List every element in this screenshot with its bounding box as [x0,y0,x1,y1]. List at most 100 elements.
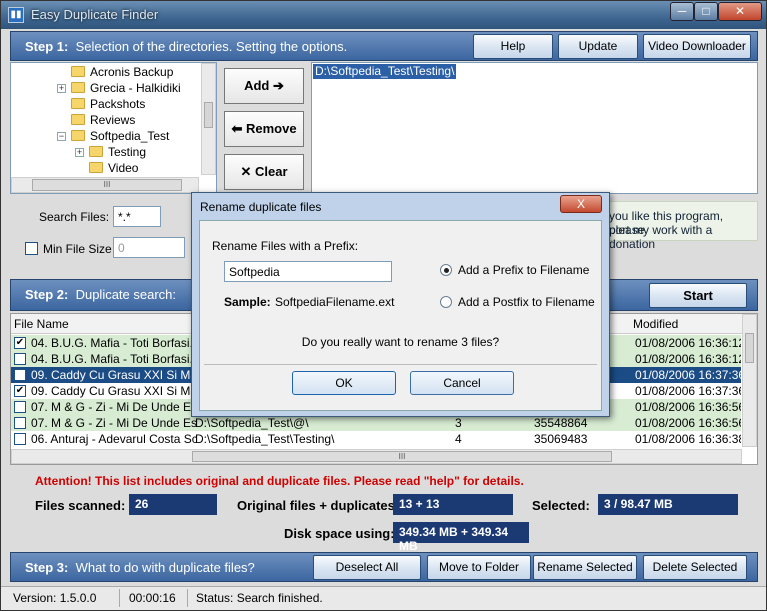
cell-num: 3 [455,416,462,430]
disk-space-label: Disk space using: [284,526,395,541]
radio-prefix[interactable]: Add a Prefix to Filename [440,263,589,277]
step3-text: What to do with duplicate files? [75,560,255,575]
tree-hscroll-thumb[interactable]: III [32,179,182,191]
cell-modified: 01/08/2006 16:37:36 [635,368,741,382]
row-checkbox[interactable]: ✔ [14,385,26,397]
donate-panel[interactable]: you like this program, please port my wo… [604,201,758,251]
selected-label: Selected: [532,498,590,513]
grid-vscroll-thumb[interactable] [745,333,754,363]
close-button[interactable]: ✕ [718,2,762,21]
cell-name: 07. M & G - Zi - Mi De Unde Est... [31,400,196,414]
add-button[interactable]: Add ➔ [224,68,304,104]
video-downloader-button[interactable]: Video Downloader [643,34,751,59]
col-filename-header[interactable]: File Name [14,317,69,331]
selected-directory-item[interactable]: D:\Softpedia_Test\Testing\ [313,64,457,79]
step3-bar: Step 3: What to do with duplicate files?… [10,552,758,582]
cell-size: 35548864 [534,416,588,430]
search-files-label: Search Files: [39,210,110,224]
cell-modified: 01/08/2006 16:36:56 [635,400,741,414]
cell-modified: 01/08/2006 16:36:12 [635,336,741,350]
grid-hscrollbar[interactable]: III [11,449,742,464]
min-size-input[interactable]: 0 [113,237,185,258]
prefix-input[interactable]: Softpedia [224,261,392,282]
folder-icon [89,162,103,173]
cell-modified: 01/08/2006 16:36:38 [635,432,741,446]
tree-item-packshots[interactable]: Packshots [71,97,145,111]
tree-vscrollbar[interactable] [201,63,216,175]
minimize-button[interactable]: ─ [670,2,694,21]
cell-name: 04. B.U.G. Mafia - Toti Borfasi.fl... [31,352,196,366]
dialog-title: Rename duplicate files [200,200,322,214]
clear-button[interactable]: ✕ Clear [224,154,304,190]
prefix-label: Rename Files with a Prefix: [212,239,359,253]
app-icon: ▮▮ [8,7,24,23]
maximize-button[interactable]: □ [694,2,718,21]
grid-hscroll-thumb[interactable]: III [192,451,612,462]
tree-item-grecia[interactable]: Grecia - Halkidiki [71,81,181,95]
cell-num: 4 [455,432,462,446]
row-checkbox[interactable]: ✔ [14,337,26,349]
radio-unchecked-icon [440,296,452,308]
orig-dup-value: 13 + 13 [393,494,513,515]
cell-name: 06. Anturaj - Adevarul Costa Sc... [31,432,196,446]
rename-selected-button[interactable]: Rename Selected [533,555,637,580]
start-button[interactable]: Start [649,283,747,308]
selected-value: 3 / 98.47 MB [598,494,738,515]
tree-item-acronis[interactable]: Acronis Backup [71,65,173,79]
expand-icon[interactable]: + [57,84,66,93]
directory-tree[interactable]: Acronis Backup + Grecia - Halkidiki Pack… [10,62,217,194]
cell-name: 07. M & G - Zi - Mi De Unde Est... [31,416,196,430]
dialog-close-button[interactable]: X [560,195,602,213]
files-scanned-label: Files scanned: [35,498,126,513]
col-modified-header[interactable]: Modified [633,317,678,331]
tree-vscroll-thumb[interactable] [204,102,213,128]
cancel-button[interactable]: Cancel [410,371,514,395]
status-message: Status: Search finished. [196,591,323,605]
move-to-folder-button[interactable]: Move to Folder [427,555,531,580]
folder-icon [71,98,85,109]
selected-directories-list[interactable]: D:\Softpedia_Test\Testing\ [311,62,758,194]
row-checkbox[interactable] [14,369,26,381]
cell-size: 35069483 [534,432,588,446]
app-window: ▮▮ Easy Duplicate Finder ─ □ ✕ Step 1: S… [0,0,767,611]
step1-bar: Step 1: Selection of the directories. Se… [10,31,758,61]
confirm-question: Do you really want to rename 3 files? [301,335,500,349]
row-checkbox[interactable] [14,417,26,429]
radio-checked-icon [440,264,452,276]
folder-icon [71,130,85,141]
cell-name: 09. Caddy Cu Grasu XXI Si Mari... [31,384,196,398]
sample-label: Sample: [224,295,271,309]
help-button[interactable]: Help [473,34,553,59]
grid-vscrollbar[interactable] [742,314,757,447]
search-files-input[interactable]: *.* [113,206,161,227]
table-row[interactable]: 07. M & G - Zi - Mi De Unde Est... D:\Sof… [11,415,741,431]
row-checkbox[interactable] [14,353,26,365]
step2-text: Duplicate search: [75,287,177,302]
deselect-all-button[interactable]: Deselect All [313,555,421,580]
status-bar: Version: 1.5.0.0 00:00:16 Status: Search… [1,586,766,610]
radio-postfix[interactable]: Add a Postfix to Filename [440,295,595,309]
elapsed-time: 00:00:16 [129,591,176,605]
orig-dup-label: Original files + duplicates: [237,498,400,513]
x-icon: ✕ [240,164,252,179]
delete-selected-button[interactable]: Delete Selected [643,555,747,580]
update-button[interactable]: Update [558,34,638,59]
table-row[interactable]: 06. Anturaj - Adevarul Costa Sc... D:\Sof… [11,431,741,447]
step2-prefix: Step 2: [25,287,69,302]
ok-button[interactable]: OK [292,371,396,395]
donate-line2: port my work with a donation [609,223,713,251]
remove-button[interactable]: ⬅ Remove [224,111,304,147]
tree-item-softpedia-test[interactable]: Softpedia_Test [71,129,169,143]
folder-icon [71,66,85,77]
tree-item-reviews[interactable]: Reviews [71,113,135,127]
min-size-checkbox[interactable] [25,242,38,255]
collapse-icon[interactable]: − [57,132,66,141]
row-checkbox[interactable] [14,401,26,413]
expand-icon[interactable]: + [75,148,84,157]
cell-path: D:\Softpedia_Test\Testing\ [195,432,335,446]
arrow-left-icon: ⬅ [231,121,243,136]
row-checkbox[interactable] [14,433,26,445]
tree-item-video[interactable]: Video [89,161,138,175]
tree-hscrollbar[interactable]: III [11,177,199,193]
tree-item-testing[interactable]: Testing [89,145,146,159]
